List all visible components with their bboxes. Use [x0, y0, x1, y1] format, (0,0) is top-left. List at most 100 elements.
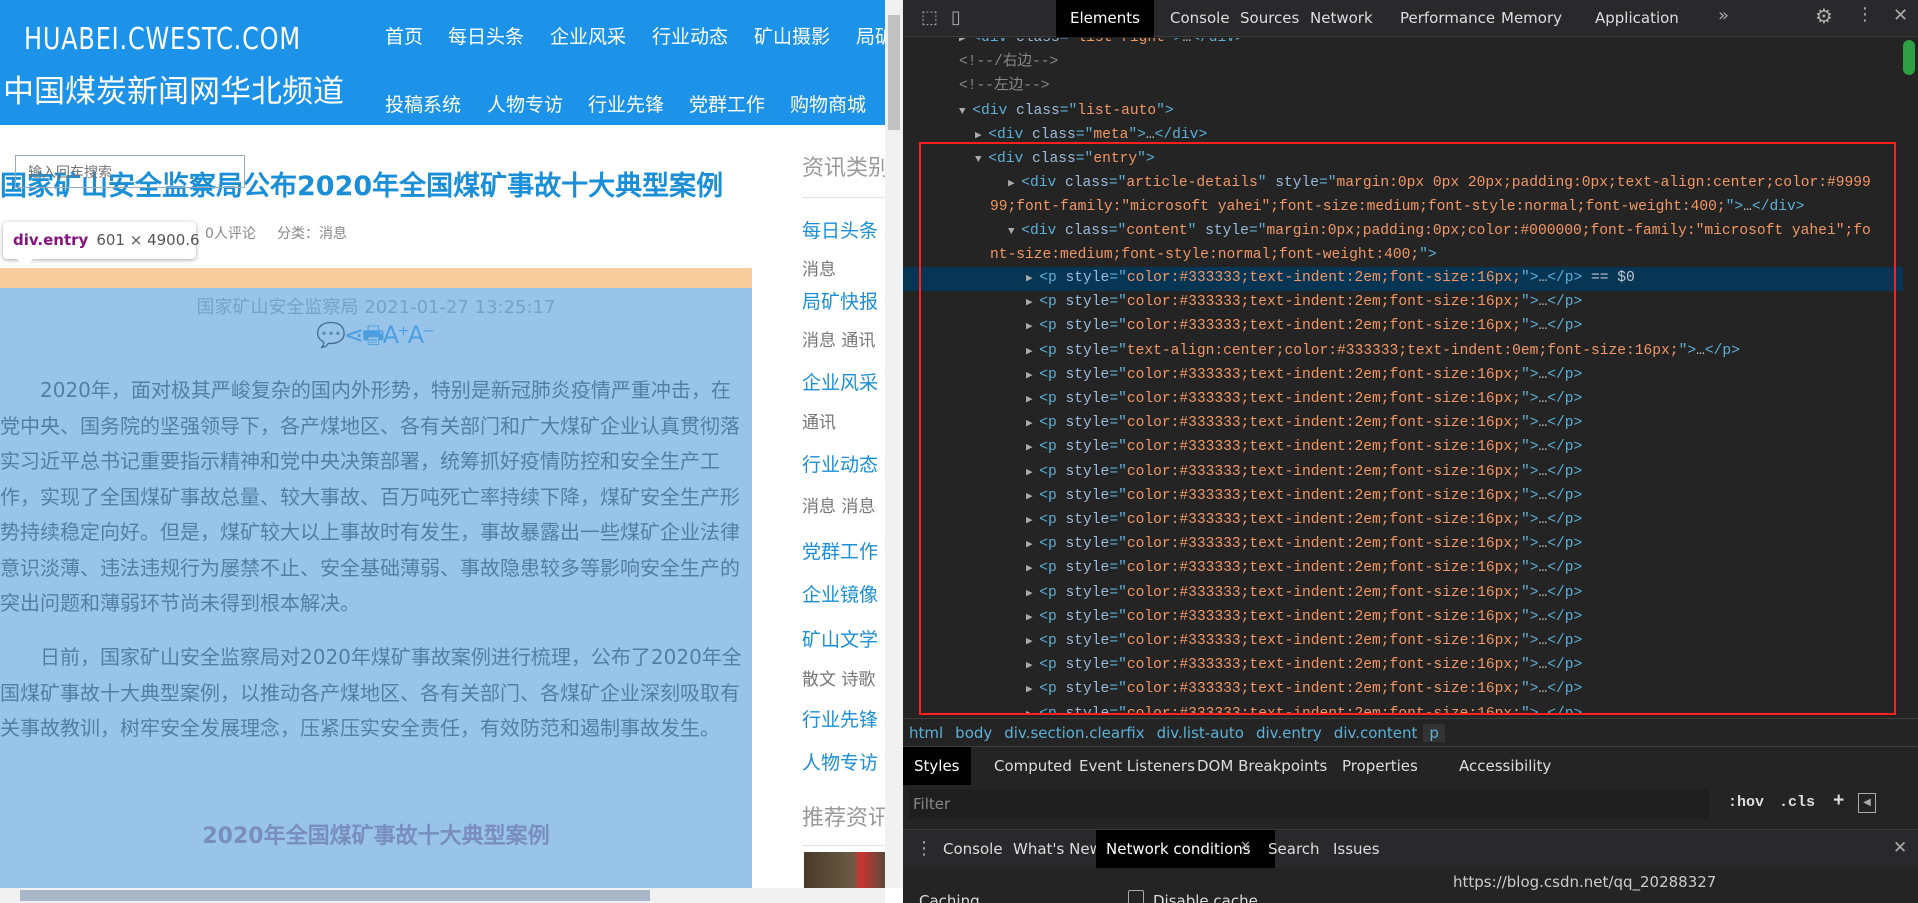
close-drawer-icon[interactable]: ✕	[1893, 838, 1907, 858]
nav-item[interactable]: 购物商城	[790, 90, 866, 117]
dom-node[interactable]: ▶ <p style="text-align:center;color:#333…	[903, 340, 1903, 364]
class-toggle[interactable]: .cls	[1779, 794, 1815, 811]
sidebar-item[interactable]: 企业镜像	[802, 580, 885, 607]
dom-node[interactable]: ▶ <div class="article-details" style="ma…	[903, 172, 1903, 219]
expand-arrow-icon[interactable]: ▶	[1026, 515, 1039, 527]
hover-state-toggle[interactable]: :hov	[1728, 794, 1764, 811]
scrollbar-thumb[interactable]	[20, 890, 650, 901]
dom-node[interactable]: ▶ <p style="color:#333333;text-indent:2e…	[903, 678, 1903, 702]
expand-arrow-icon[interactable]: ▶	[1026, 636, 1039, 648]
expand-arrow-icon[interactable]: ▶	[1026, 442, 1039, 454]
expand-arrow-icon[interactable]: ▶	[1026, 273, 1039, 285]
tab-elements[interactable]: Elements	[1056, 0, 1154, 37]
dom-node[interactable]: ▼ <div class="list-auto">	[903, 100, 1903, 124]
nav-item[interactable]: 投稿系统	[385, 90, 461, 117]
dom-node[interactable]: ▶ <p style="color:#333333;text-indent:2e…	[903, 436, 1903, 460]
nav-item[interactable]: 每日头条	[448, 22, 524, 49]
sidebar-tags[interactable]: 通讯	[802, 408, 885, 433]
breadcrumb-item[interactable]: div.entry	[1250, 724, 1328, 742]
expand-arrow-icon[interactable]: ▶	[1026, 660, 1039, 672]
nav-item[interactable]: 矿山摄影	[754, 22, 830, 49]
nav-item[interactable]: 企业风采	[550, 22, 626, 49]
expand-arrow-icon[interactable]: ▶	[1026, 418, 1039, 430]
expand-arrow-icon[interactable]: ▶	[1008, 178, 1021, 190]
sidebar-item[interactable]: 行业先锋	[802, 705, 885, 732]
dom-node[interactable]: ▼ <div class="content" style="margin:0px…	[903, 220, 1903, 267]
tab-memory[interactable]: Memory	[1487, 0, 1576, 37]
sidebar-item[interactable]: 人物专访	[802, 748, 885, 775]
recommended-image[interactable]	[804, 852, 885, 888]
dom-node[interactable]: ▶ <p style="color:#333333;text-indent:2e…	[903, 412, 1903, 436]
device-toolbar-icon[interactable]: ▯	[951, 7, 961, 28]
dom-node[interactable]: <!--左边-->	[903, 75, 1903, 99]
expand-arrow-icon[interactable]: ▶	[1026, 563, 1039, 575]
styles-filter-input[interactable]: Filter	[909, 790, 1709, 818]
nav-item[interactable]: 党群工作	[689, 90, 765, 117]
expand-arrow-icon[interactable]: ▶	[1026, 539, 1039, 551]
dom-node[interactable]: ▶ <div class="meta">…</div>	[903, 124, 1903, 148]
nav-item[interactable]: 人物专访	[487, 90, 563, 117]
logo-domain[interactable]: HUABEI.CWESTC.COM	[24, 22, 301, 57]
collapse-arrow-icon[interactable]: ▼	[1008, 226, 1021, 238]
dom-node[interactable]: <!--/右边-->	[903, 51, 1903, 75]
tab-network[interactable]: Network	[1296, 0, 1387, 37]
breadcrumb-item[interactable]: div.section.clearfix	[998, 724, 1150, 742]
disable-cache-label[interactable]: Disable cache	[1153, 892, 1258, 903]
expand-arrow-icon[interactable]: ▶	[959, 38, 972, 45]
sidebar-tags[interactable]: 消息 消息	[802, 492, 885, 517]
disable-cache-checkbox[interactable]	[1128, 890, 1144, 903]
nav-item[interactable]: 行业动态	[652, 22, 728, 49]
breadcrumb-item[interactable]: div.content	[1328, 724, 1424, 742]
drawer-menu-icon[interactable]: ⋮	[915, 838, 933, 859]
drawer-tab-issues[interactable]: Issues	[1323, 830, 1390, 868]
dom-node[interactable]: ▶ <p style="color:#333333;text-indent:2e…	[903, 461, 1903, 485]
settings-gear-icon[interactable]: ⚙	[1815, 4, 1833, 28]
sidebar-item[interactable]: 行业动态	[802, 450, 885, 477]
breadcrumb-item[interactable]: p	[1423, 724, 1445, 742]
sidebar-item[interactable]: 矿山文学	[802, 625, 885, 652]
breadcrumb-item[interactable]: html	[903, 724, 949, 742]
dom-node[interactable]: ▶ <p style="color:#333333;text-indent:2e…	[903, 533, 1903, 557]
sidebar-tags[interactable]: 散文 诗歌	[802, 665, 885, 690]
sidebar-tags[interactable]: 消息	[802, 255, 885, 280]
expand-arrow-icon[interactable]: ▶	[1026, 684, 1039, 696]
expand-arrow-icon[interactable]: ▶	[1026, 588, 1039, 600]
toggle-sidebar-icon[interactable]: ◀	[1858, 793, 1876, 813]
drawer-tab-search[interactable]: Search	[1258, 830, 1330, 868]
breadcrumb-item[interactable]: body	[949, 724, 998, 742]
close-tab-icon[interactable]: ✕	[1240, 839, 1251, 854]
more-options-icon[interactable]: ⋮	[1856, 4, 1874, 25]
dom-node[interactable]: ▶ <p style="color:#333333;text-indent:2e…	[903, 703, 1903, 713]
dom-tree-scrollbar-thumb[interactable]	[1903, 40, 1915, 75]
expand-arrow-icon[interactable]: ▶	[1026, 709, 1039, 713]
dom-node[interactable]: ▶ <p style="color:#333333;text-indent:2e…	[903, 267, 1903, 292]
styles-tab-dom-breakpoints[interactable]: DOM Breakpoints	[1186, 747, 1338, 785]
sidebar-tags[interactable]: 消息 通讯	[802, 326, 885, 351]
expand-arrow-icon[interactable]: ▶	[1026, 612, 1039, 624]
dom-node[interactable]: ▶ <p style="color:#333333;text-indent:2e…	[903, 654, 1903, 678]
close-devtools-icon[interactable]: ✕	[1893, 5, 1908, 26]
dom-node[interactable]: ▶ <p style="color:#333333;text-indent:2e…	[903, 291, 1903, 315]
meta-comments[interactable]: 0人评论	[205, 223, 256, 243]
expand-arrow-icon[interactable]: ▶	[1026, 370, 1039, 382]
dom-node[interactable]: ▼ <div class="entry">	[903, 148, 1903, 172]
expand-arrow-icon[interactable]: ▶	[1026, 491, 1039, 503]
dom-node[interactable]: ▶ <p style="color:#333333;text-indent:2e…	[903, 485, 1903, 509]
expand-arrow-icon[interactable]: ▶	[1026, 394, 1039, 406]
dom-node[interactable]: ▶ <p style="color:#333333;text-indent:2e…	[903, 630, 1903, 654]
tab-application[interactable]: Application	[1581, 0, 1693, 37]
logo-title[interactable]: 中国煤炭新闻网华北频道	[3, 66, 344, 111]
dom-node[interactable]: ▶ <p style="color:#333333;text-indent:2e…	[903, 557, 1903, 581]
expand-arrow-icon[interactable]: ▶	[1026, 346, 1039, 358]
dom-node[interactable]: ▶ <p style="color:#333333;text-indent:2e…	[903, 315, 1903, 339]
styles-tab-properties[interactable]: Properties	[1331, 747, 1429, 785]
dom-node[interactable]: ▶ <p style="color:#333333;text-indent:2e…	[903, 388, 1903, 412]
dom-node[interactable]: ▶ <p style="color:#333333;text-indent:2e…	[903, 509, 1903, 533]
scrollbar-thumb[interactable]	[888, 15, 900, 130]
sidebar-item[interactable]: 企业风采	[802, 368, 885, 395]
more-tabs-icon[interactable]: »	[1718, 5, 1729, 26]
breadcrumb-item[interactable]: div.list-auto	[1151, 724, 1250, 742]
sidebar-item[interactable]: 局矿快报	[802, 287, 885, 314]
styles-tab-accessibility[interactable]: Accessibility	[1448, 747, 1562, 785]
collapse-arrow-icon[interactable]: ▼	[975, 154, 988, 166]
